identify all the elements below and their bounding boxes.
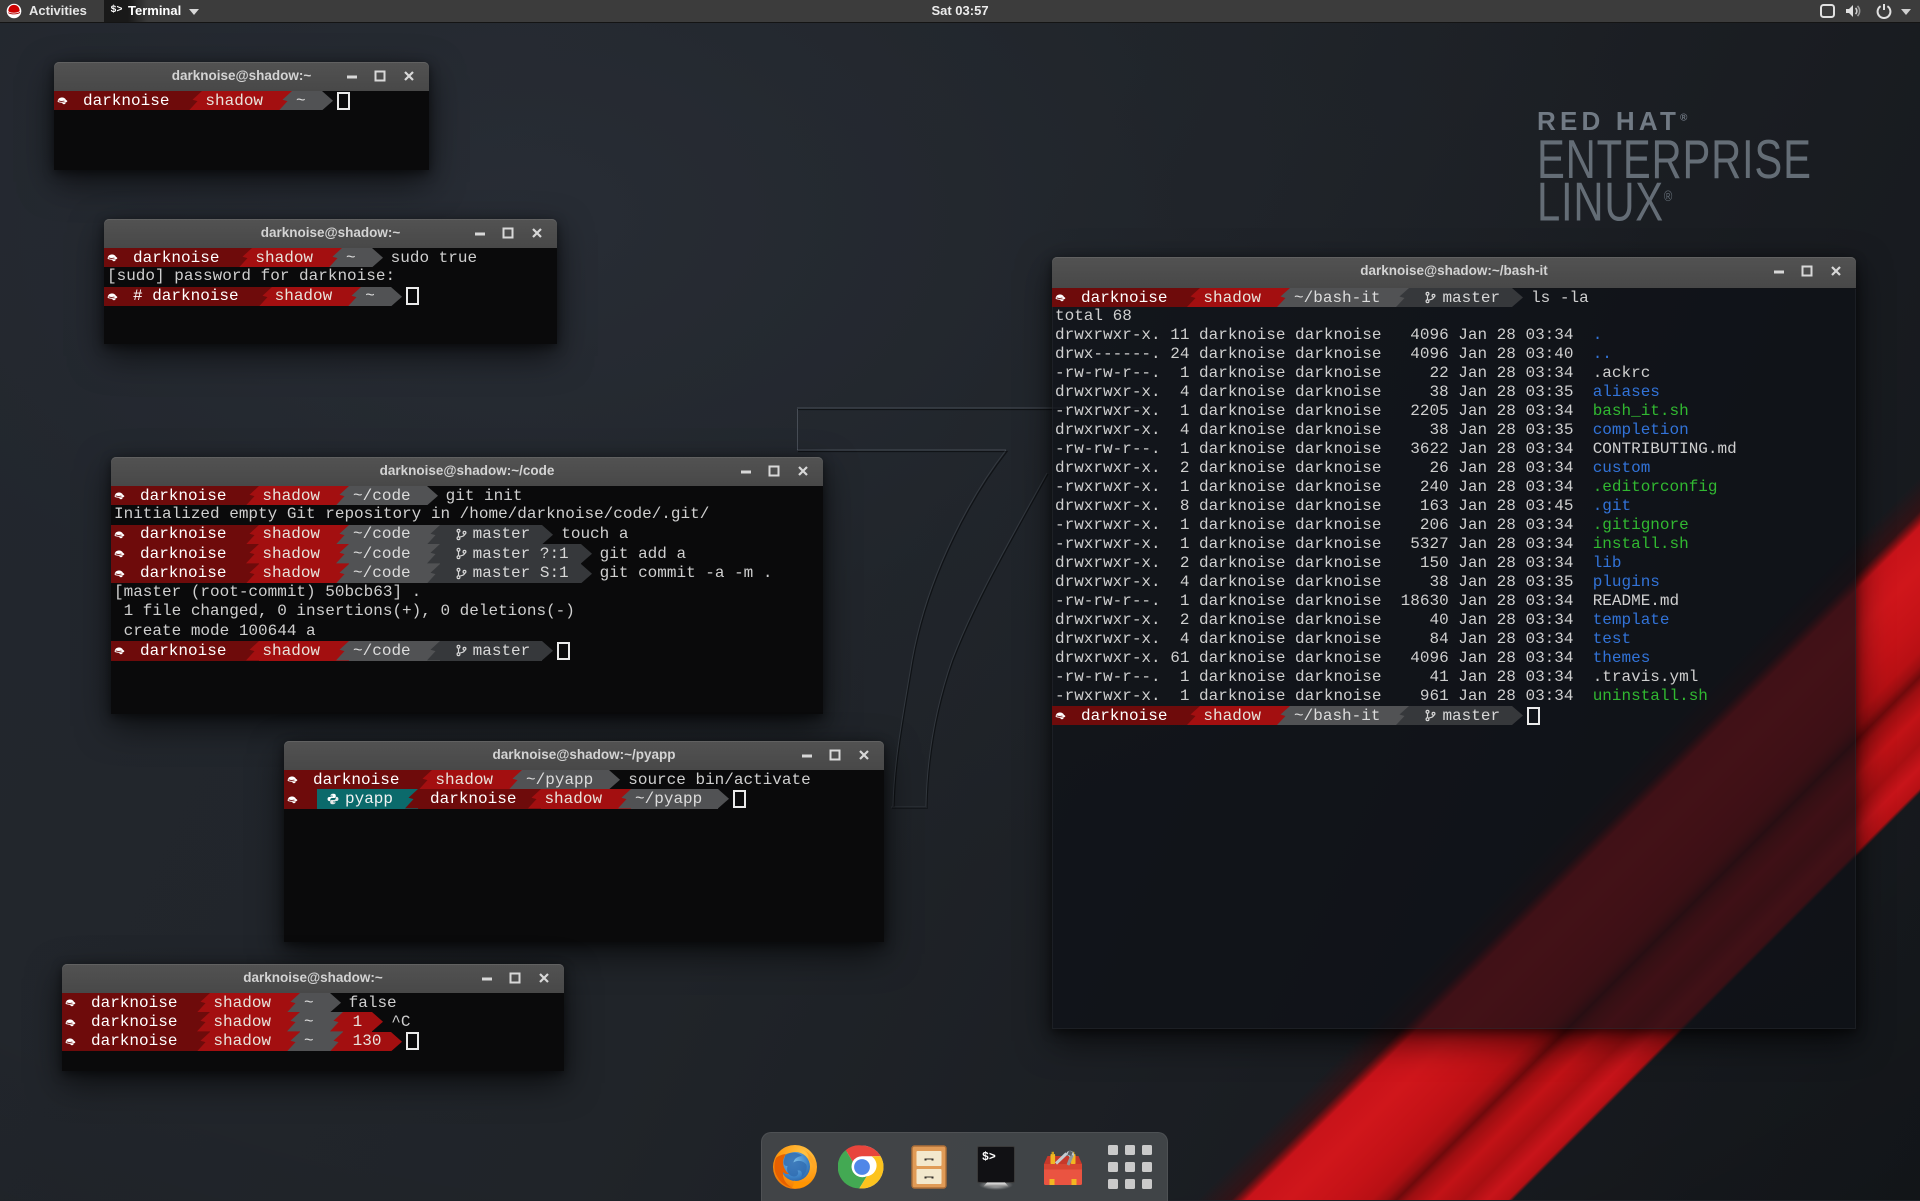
svg-text:$>: $>	[982, 1151, 996, 1164]
